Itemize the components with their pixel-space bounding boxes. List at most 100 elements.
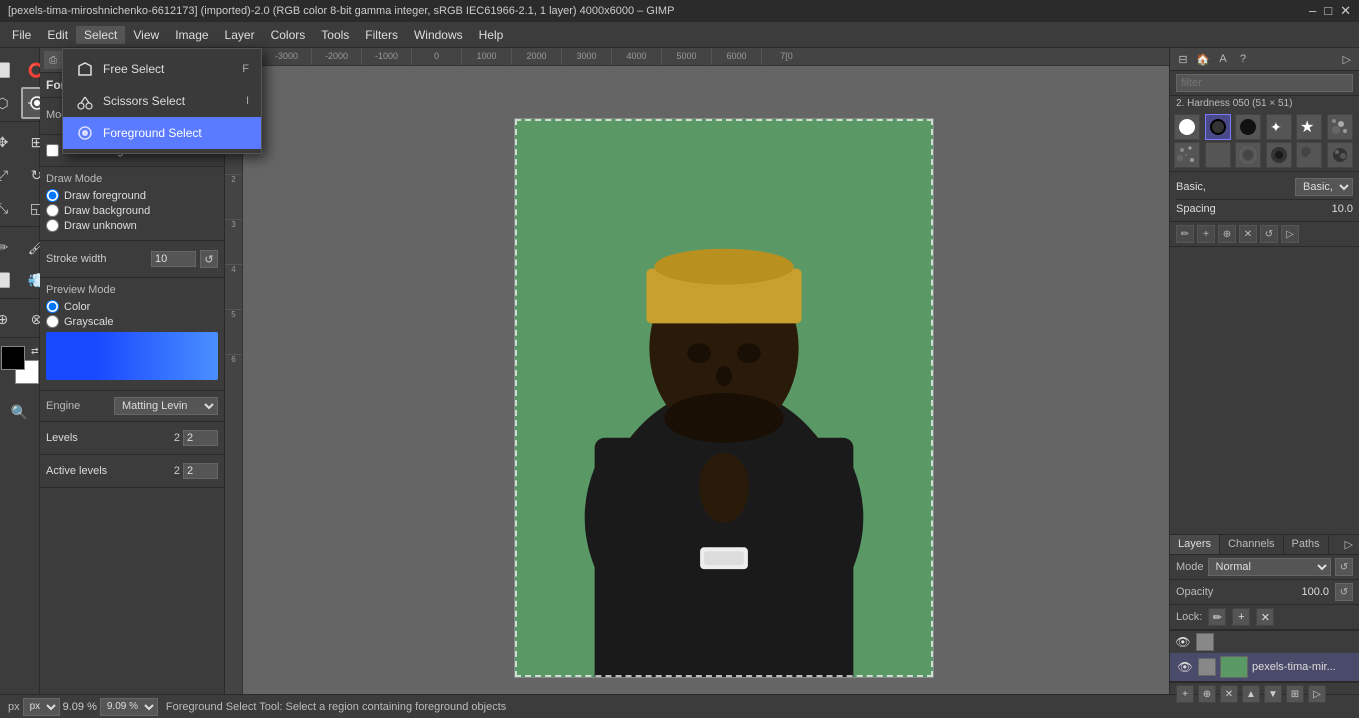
brush-edit-icon[interactable]: ✏: [1176, 225, 1194, 243]
brush-cell-6[interactable]: [1327, 114, 1353, 140]
stroke-width-input[interactable]: [151, 251, 196, 267]
brush-cell-3[interactable]: [1235, 114, 1261, 140]
brush-cell-7[interactable]: [1174, 142, 1200, 168]
pencil-tool[interactable]: ✏: [0, 231, 19, 263]
stroke-width-section: Stroke width ↺: [40, 241, 224, 278]
brush-cell-5[interactable]: ★: [1296, 114, 1322, 140]
brush-delete-icon[interactable]: ✕: [1239, 225, 1257, 243]
move-tool[interactable]: ✥: [0, 126, 19, 158]
draw-unk-radio[interactable]: [46, 219, 59, 232]
menu-select[interactable]: Select: [76, 26, 125, 44]
layer-0-thumbnail: [1220, 656, 1248, 678]
menu-edit[interactable]: Edit: [39, 26, 76, 44]
menu-colors[interactable]: Colors: [263, 26, 314, 44]
clone-tool[interactable]: ⊕: [0, 303, 19, 335]
menu-windows[interactable]: Windows: [406, 26, 471, 44]
menu-filters[interactable]: Filters: [357, 26, 406, 44]
layer-mask-icon[interactable]: [1196, 633, 1214, 651]
right-panel-collapse[interactable]: ▷: [1339, 53, 1355, 66]
status-unit: px px 9.09 % 9.09 %: [8, 698, 158, 716]
lock-alpha-icon[interactable]: ✕: [1256, 608, 1274, 626]
tool-options-icon-1[interactable]: ⎙: [44, 51, 62, 69]
menu-view[interactable]: View: [125, 26, 167, 44]
menu-file[interactable]: File: [4, 26, 39, 44]
lock-move-icon[interactable]: +: [1232, 608, 1250, 626]
rp-icon-4[interactable]: ?: [1234, 50, 1252, 68]
rp-icon-3[interactable]: A: [1214, 50, 1232, 68]
scale-tool[interactable]: ⤡: [0, 192, 19, 224]
layer-0-visibility[interactable]: 👁: [1176, 658, 1194, 676]
brush-refresh-icon[interactable]: ↺: [1260, 225, 1278, 243]
brush-new-icon[interactable]: +: [1197, 225, 1215, 243]
layers-panel-expand[interactable]: ▷: [1339, 535, 1359, 554]
preview-color-radio[interactable]: [46, 300, 59, 313]
rp-icon-1[interactable]: ⊟: [1174, 50, 1192, 68]
zoom-select[interactable]: 9.09 %: [100, 698, 158, 716]
canvas-content[interactable]: [261, 84, 1169, 694]
draw-mode-title: Draw Mode: [46, 173, 218, 185]
active-levels-label: Active levels: [46, 465, 107, 477]
zoom-value: 9.09 %: [63, 701, 97, 713]
crop-tool[interactable]: ⤢: [0, 159, 19, 191]
spacing-row: Spacing 10.0: [1176, 203, 1353, 215]
dropdown-free-select[interactable]: Free Select F: [63, 53, 261, 85]
brush-preset-select[interactable]: Basic,: [1295, 178, 1353, 196]
brush-cell-4[interactable]: ✦: [1266, 114, 1292, 140]
brush-cell-2[interactable]: [1205, 114, 1231, 140]
feather-edges-checkbox[interactable]: [46, 144, 59, 157]
tab-channels[interactable]: Channels: [1220, 535, 1283, 554]
layer-0-mask[interactable]: [1198, 658, 1216, 676]
rect-select-tool[interactable]: ⬜: [0, 54, 19, 86]
foreground-color[interactable]: [1, 346, 25, 370]
swap-colors-icon[interactable]: ⇄: [31, 346, 39, 357]
free-select-tool[interactable]: ⬡: [0, 87, 19, 119]
brush-cell-11[interactable]: [1296, 142, 1322, 168]
tab-paths[interactable]: Paths: [1284, 535, 1329, 554]
rp-icon-2[interactable]: 🏠: [1194, 50, 1212, 68]
menu-help[interactable]: Help: [471, 26, 512, 44]
layers-mode-reset[interactable]: ↺: [1335, 558, 1353, 576]
brush-copy-icon[interactable]: ⊕: [1218, 225, 1236, 243]
opacity-reset[interactable]: ↺: [1335, 583, 1353, 601]
tab-layers[interactable]: Layers: [1170, 535, 1220, 554]
engine-select[interactable]: Matting Levin Matting Global: [114, 397, 218, 415]
preview-gray-radio[interactable]: [46, 315, 59, 328]
zoom-tool[interactable]: 🔍: [4, 396, 36, 428]
layer-eye-1[interactable]: 👁: [1174, 633, 1192, 651]
levels-value: 2: [174, 432, 180, 444]
stroke-width-reset[interactable]: ↺: [200, 250, 218, 268]
menu-tools[interactable]: Tools: [313, 26, 357, 44]
maximize-button[interactable]: □: [1324, 3, 1332, 19]
mode-label-layers: Mode: [1176, 561, 1204, 573]
lock-paint-icon[interactable]: ✏: [1208, 608, 1226, 626]
draw-bg-radio[interactable]: [46, 204, 59, 217]
brush-filter-input[interactable]: [1176, 74, 1353, 92]
unit-select[interactable]: px: [23, 698, 60, 716]
brush-cell-10[interactable]: [1266, 142, 1292, 168]
layer-item-0[interactable]: 👁 pexels-tima-mir...: [1170, 653, 1359, 682]
scissors-select-icon: [75, 91, 95, 111]
image-background: [515, 119, 933, 677]
menu-layer[interactable]: Layer: [217, 26, 263, 44]
preview-color-row: Color: [46, 300, 218, 313]
dropdown-fg-select[interactable]: Foreground Select: [63, 117, 261, 149]
dropdown-scissors-select[interactable]: Scissors Select I: [63, 85, 261, 117]
active-levels-input[interactable]: [183, 463, 218, 479]
eraser-tool[interactable]: ⬜: [0, 264, 19, 296]
menu-image[interactable]: Image: [167, 26, 216, 44]
ruler-marks-top: -3000 -2000 -1000 0 1000 2000 3000 4000 …: [261, 48, 811, 65]
minimize-button[interactable]: –: [1309, 3, 1316, 19]
draw-fg-radio[interactable]: [46, 189, 59, 202]
layers-mode-select[interactable]: Normal: [1208, 558, 1331, 576]
brush-cell-12[interactable]: [1327, 142, 1353, 168]
close-button[interactable]: ✕: [1340, 3, 1351, 19]
brush-cell-1[interactable]: [1174, 114, 1200, 140]
canvas-with-ruler: 0 1 2 3 4 5 6: [225, 66, 1169, 694]
brush-cell-9[interactable]: [1235, 142, 1261, 168]
brush-cell-8[interactable]: [1205, 142, 1231, 168]
brush-menu-icon[interactable]: ▷: [1281, 225, 1299, 243]
image-canvas[interactable]: [514, 118, 934, 678]
levels-input[interactable]: [183, 430, 218, 446]
scissors-select-label: Scissors Select: [103, 94, 185, 108]
color-selector[interactable]: ⇄: [1, 346, 39, 384]
